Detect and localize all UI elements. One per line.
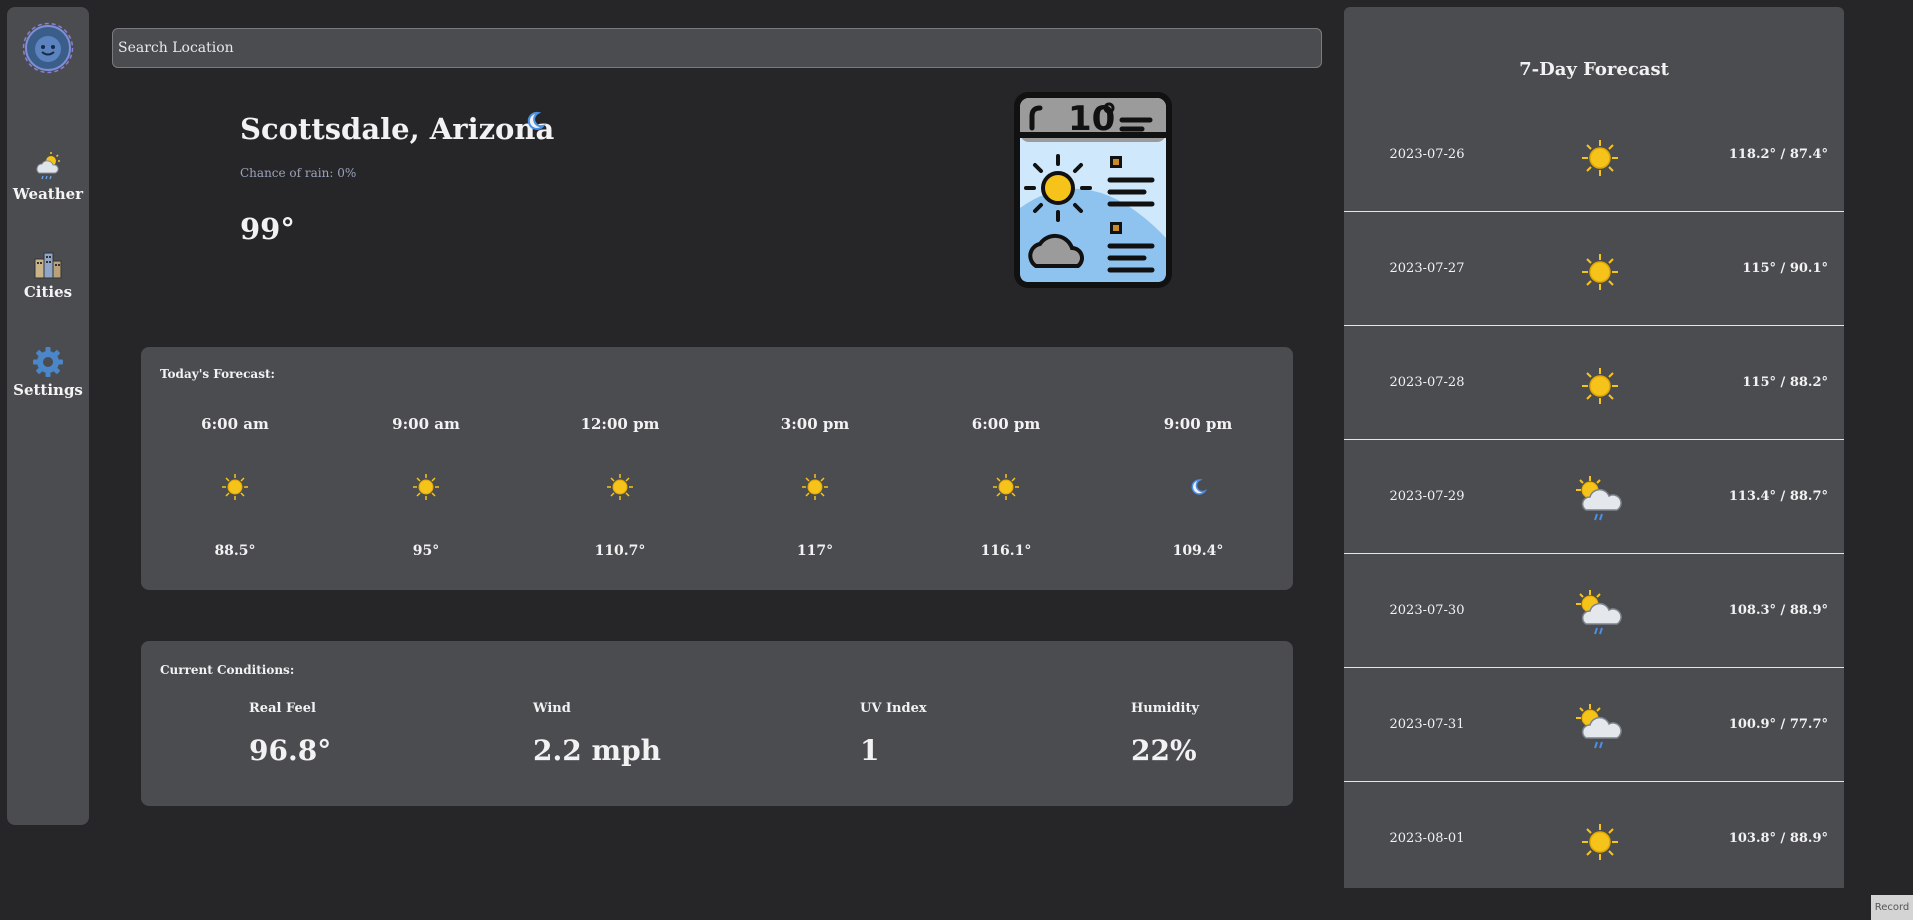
- sun-icon: [607, 474, 633, 500]
- current-conditions-title: Current Conditions:: [160, 663, 295, 677]
- weather-app-illustration-icon: 10: [1014, 92, 1172, 288]
- day-date: 2023-07-29: [1389, 489, 1465, 504]
- seven-day-forecast-panel: 7-Day Forecast 2023-07-26 118.2° / 87.4°…: [1344, 7, 1844, 888]
- hour-temperature: 109.4°: [1172, 543, 1224, 559]
- current-temperature: 99°: [240, 212, 295, 246]
- sun-icon: [993, 474, 1019, 500]
- day-forecast-row: 2023-07-28 115° / 88.2°: [1344, 326, 1844, 440]
- city-buildings-icon: [34, 252, 62, 279]
- sun-icon: [1582, 140, 1618, 176]
- city-name: Scottsdale, Arizona: [240, 112, 555, 146]
- partly-cloudy-rain-icon: [36, 152, 60, 180]
- app-logo-icon[interactable]: [22, 22, 74, 74]
- moon-icon: [527, 111, 546, 130]
- day-forecast-row: 2023-07-31 100.9° / 77.7°: [1344, 668, 1844, 782]
- condition-value: 1: [860, 734, 880, 767]
- condition-label: Humidity: [1131, 701, 1200, 716]
- nav-settings-label: Settings: [13, 381, 83, 399]
- hour-temperature: 95°: [412, 543, 440, 559]
- hour-temperature: 116.1°: [980, 543, 1032, 559]
- condition-label: Wind: [533, 701, 571, 716]
- moon-icon: [1191, 479, 1208, 495]
- sidebar: Weather Cities Settings: [7, 7, 89, 825]
- hour-temperature: 110.7°: [594, 543, 646, 559]
- day-date: 2023-07-30: [1389, 603, 1465, 618]
- day-temp-range: 103.8° / 88.9°: [1728, 831, 1828, 846]
- condition-label: Real Feel: [249, 701, 316, 716]
- condition-uv-index: UV Index 1: [860, 701, 927, 767]
- condition-label: UV Index: [860, 701, 927, 716]
- hour-temperature: 117°: [796, 543, 834, 559]
- condition-wind: Wind 2.2 mph: [533, 701, 661, 767]
- condition-value: 22%: [1131, 734, 1197, 767]
- record-button[interactable]: Record: [1871, 895, 1913, 920]
- current-conditions-panel: Current Conditions: Real Feel 96.8° Wind…: [141, 641, 1293, 806]
- search-input[interactable]: [112, 28, 1322, 68]
- hour-time: 6:00 pm: [971, 415, 1041, 433]
- nav-settings[interactable]: Settings: [7, 345, 89, 399]
- sun-cloud-rain-icon: [1576, 590, 1622, 635]
- day-temp-range: 115° / 90.1°: [1742, 261, 1828, 276]
- condition-real-feel: Real Feel 96.8°: [249, 701, 331, 767]
- hour-time: 6:00 am: [201, 415, 269, 433]
- day-forecast-row: 2023-07-30 108.3° / 88.9°: [1344, 554, 1844, 668]
- day-temp-range: 118.2° / 87.4°: [1728, 147, 1828, 162]
- sun-cloud-rain-icon: [1576, 476, 1622, 521]
- day-date: 2023-07-27: [1389, 261, 1465, 276]
- nav-weather[interactable]: Weather: [7, 149, 89, 203]
- todays-forecast-title: Today's Forecast:: [160, 367, 275, 381]
- todays-forecast-panel: Today's Forecast: 6:00 am 88.5° 9:00 am …: [141, 347, 1293, 590]
- sun-icon: [1582, 368, 1618, 404]
- day-forecast-row: 2023-07-27 115° / 90.1°: [1344, 212, 1844, 326]
- condition-humidity: Humidity 22%: [1131, 701, 1199, 767]
- sun-icon: [222, 474, 248, 500]
- hour-time: 9:00 am: [392, 415, 460, 433]
- hour-temperature: 88.5°: [214, 543, 256, 559]
- rain-chance: Chance of rain: 0%: [240, 166, 357, 180]
- nav-cities[interactable]: Cities: [7, 247, 89, 301]
- condition-value: 2.2 mph: [533, 734, 662, 767]
- day-temp-range: 113.4° / 88.7°: [1728, 489, 1828, 504]
- sun-cloud-rain-icon: [1576, 704, 1622, 749]
- seven-day-forecast-title: 7-Day Forecast: [1519, 59, 1669, 80]
- day-temp-range: 115° / 88.2°: [1742, 375, 1828, 390]
- day-date: 2023-08-01: [1389, 831, 1465, 846]
- day-forecast-row: 2023-07-26 118.2° / 87.4°: [1344, 98, 1844, 212]
- day-temp-range: 108.3° / 88.9°: [1728, 603, 1828, 618]
- sun-icon: [413, 474, 439, 500]
- hour-time: 9:00 pm: [1163, 415, 1233, 433]
- condition-value: 96.8°: [249, 734, 332, 767]
- day-date: 2023-07-26: [1389, 147, 1465, 162]
- hour-time: 12:00 pm: [580, 415, 660, 433]
- day-date: 2023-07-28: [1389, 375, 1465, 390]
- gear-icon: [33, 347, 63, 377]
- day-forecast-row: 2023-08-01 103.8° / 88.9°: [1344, 782, 1844, 888]
- sun-icon: [802, 474, 828, 500]
- day-temp-range: 100.9° / 77.7°: [1728, 717, 1828, 732]
- sun-icon: [1582, 824, 1618, 860]
- day-forecast-row: 2023-07-29 113.4° / 88.7°: [1344, 440, 1844, 554]
- nav-weather-label: Weather: [12, 185, 84, 203]
- day-date: 2023-07-31: [1389, 717, 1465, 732]
- nav-cities-label: Cities: [23, 283, 73, 301]
- hour-time: 3:00 pm: [780, 415, 850, 433]
- sun-icon: [1582, 254, 1618, 290]
